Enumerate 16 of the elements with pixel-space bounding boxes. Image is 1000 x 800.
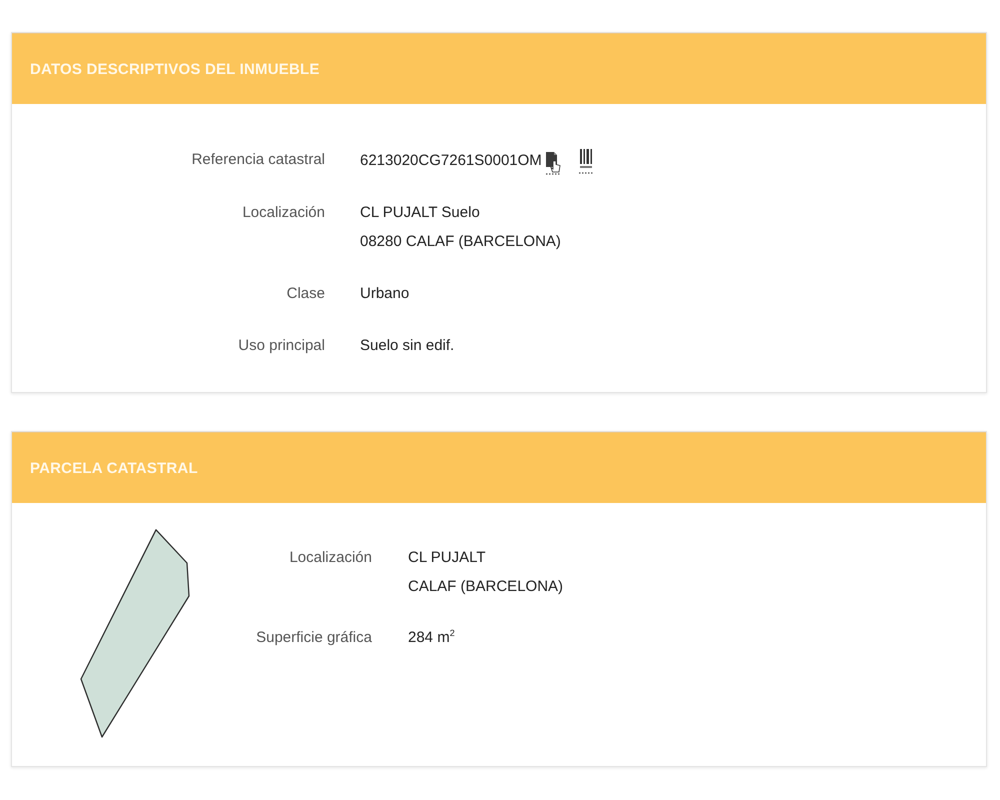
field-label: Localización [241,203,325,223]
field-label: Clase [286,284,325,304]
field-label: Localización [288,548,372,568]
field-value: Urbano [360,284,410,304]
section-title: DATOS DESCRIPTIVOS DEL INMUEBLE [30,60,320,78]
section-title: PARCELA CATASTRAL [30,460,198,476]
document-icon[interactable] [544,151,562,175]
field-value: Suelo sin edif. [360,336,456,356]
field-label: Superficie gráfica [255,628,372,648]
cadastral-reference-value: 6213020CG7261S0001OM [360,150,542,170]
field-value: CL PUJALT Suelo 08280 CALAF (BARCELONA) [360,203,562,252]
field-value: 284 m$^{2}$ [408,627,456,648]
field-label: Uso principal [237,336,325,356]
field-value: CL PUJALT CALAF (BARCELONA) [408,548,564,597]
barcode-icon[interactable] [578,148,595,174]
field-label: Referencia catastral [190,150,325,170]
